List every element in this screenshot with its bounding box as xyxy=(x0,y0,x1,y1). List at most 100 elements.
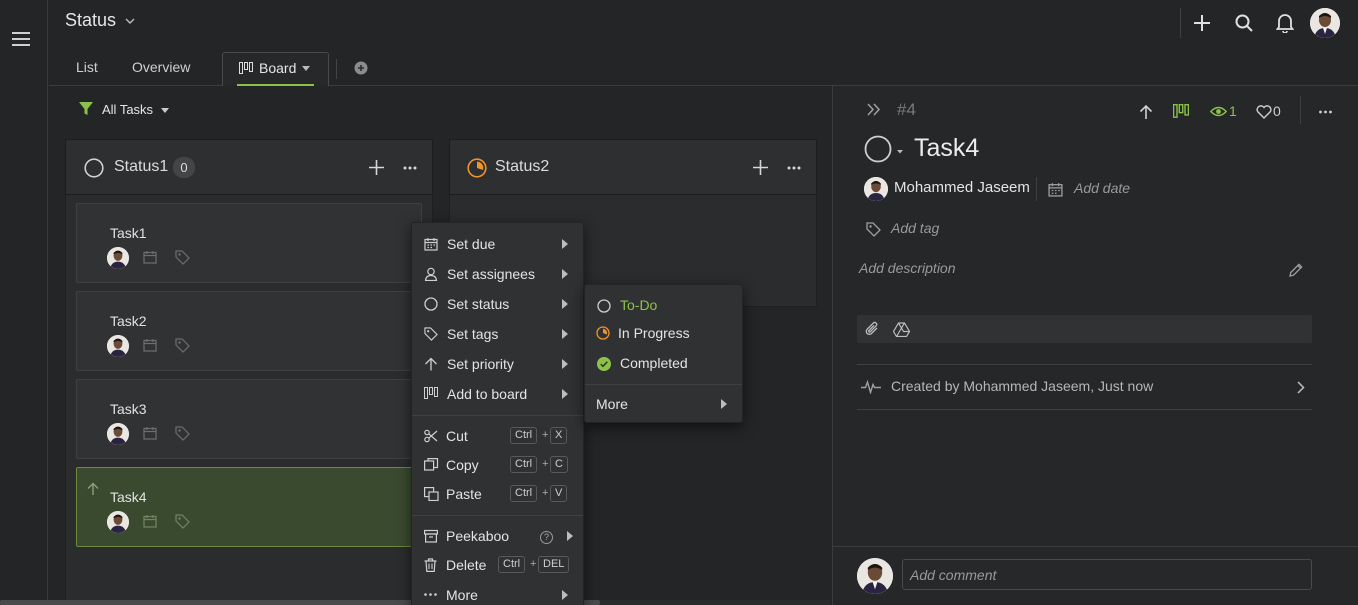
assignee-avatar[interactable] xyxy=(107,335,129,357)
submenu-arrow-icon xyxy=(562,329,568,339)
shortcut-plus: + xyxy=(542,458,549,470)
submenu-item-more[interactable]: More xyxy=(585,390,742,418)
task-title: Task4 xyxy=(110,489,147,505)
collapse-panel-icon[interactable] xyxy=(867,103,881,116)
priority-up-icon[interactable] xyxy=(1139,104,1153,120)
filter-dropdown[interactable]: All Tasks xyxy=(102,102,169,117)
task-card[interactable]: Task1 xyxy=(76,203,422,283)
tag-icon[interactable] xyxy=(175,250,190,265)
tab-board[interactable]: Board xyxy=(222,52,329,86)
plus-icon[interactable] xyxy=(1193,14,1211,32)
search-icon[interactable] xyxy=(1235,14,1253,32)
assignee-avatar[interactable] xyxy=(107,511,129,533)
arrow-up-icon xyxy=(424,357,438,371)
ellipsis-icon xyxy=(424,593,437,596)
eye-icon[interactable] xyxy=(1210,106,1227,117)
help-icon[interactable]: ? xyxy=(540,531,553,544)
calendar-icon[interactable] xyxy=(143,338,157,352)
filter-icon[interactable] xyxy=(79,102,93,116)
status-submenu: To-Do In Progress Completed More xyxy=(584,284,743,423)
tag-icon[interactable] xyxy=(866,222,881,237)
calendar-icon[interactable] xyxy=(143,514,157,528)
status-option-label: In Progress xyxy=(618,325,690,341)
add-view-icon[interactable] xyxy=(354,61,368,75)
add-task-icon[interactable] xyxy=(369,160,384,175)
menu-item-set-priority[interactable]: Set priority xyxy=(412,350,583,378)
task-detail-title[interactable]: Task4 xyxy=(914,134,979,163)
description-field[interactable]: Add description xyxy=(859,260,956,276)
menu-item-set-status[interactable]: Set status xyxy=(412,290,583,318)
pencil-icon[interactable] xyxy=(1288,262,1304,278)
menu-item-set-tags[interactable]: Set tags xyxy=(412,320,583,348)
user-avatar[interactable] xyxy=(1310,8,1340,38)
page-title[interactable]: Status xyxy=(65,10,135,31)
tag-icon[interactable] xyxy=(175,426,190,441)
person-icon xyxy=(424,267,438,281)
submenu-arrow-icon xyxy=(567,531,573,541)
submenu-arrow-icon xyxy=(562,389,568,399)
task-card-selected[interactable]: Task4 xyxy=(76,467,422,547)
task-card[interactable]: Task2 xyxy=(76,291,422,371)
menu-item-peekaboo[interactable]: Peekaboo ? xyxy=(412,522,583,550)
comment-input[interactable]: Add comment xyxy=(902,559,1312,590)
add-date-link[interactable]: Add date xyxy=(1074,180,1130,196)
submenu-item-to-do[interactable]: To-Do xyxy=(585,291,742,319)
menu-item-delete[interactable]: Delete Ctrl + DEL xyxy=(412,551,583,579)
menu-item-cut[interactable]: Cut Ctrl + X xyxy=(412,422,583,450)
paperclip-icon[interactable] xyxy=(865,321,880,337)
tag-icon[interactable] xyxy=(175,514,190,529)
submenu-item-in-progress[interactable]: In Progress xyxy=(585,319,742,347)
tab-overview[interactable]: Overview xyxy=(132,59,190,75)
hamburger-menu-icon[interactable] xyxy=(12,31,30,47)
assignee-avatar[interactable] xyxy=(107,423,129,445)
menu-item-label: More xyxy=(446,587,478,603)
assignee-avatar[interactable] xyxy=(864,177,888,201)
google-drive-icon[interactable] xyxy=(893,322,910,337)
tab-board-label: Board xyxy=(259,60,297,76)
calendar-icon[interactable] xyxy=(1048,182,1063,197)
board-icon[interactable] xyxy=(1173,104,1189,119)
status-in-progress-icon xyxy=(596,326,610,340)
submenu-item-completed[interactable]: Completed xyxy=(585,349,742,377)
shortcut-key: V xyxy=(550,485,568,502)
menu-item-label: Peekaboo xyxy=(446,528,510,544)
add-tag-link[interactable]: Add tag xyxy=(891,220,939,236)
menu-item-label: Cut xyxy=(446,428,468,444)
more-options-icon[interactable] xyxy=(787,166,801,170)
board-icon xyxy=(239,62,253,75)
more-options-icon[interactable] xyxy=(403,166,417,170)
count-badge: 0 xyxy=(173,157,195,178)
chevron-right-icon[interactable] xyxy=(1297,381,1305,394)
status-selector[interactable] xyxy=(864,135,908,163)
menu-item-copy[interactable]: Copy Ctrl + C xyxy=(412,451,583,479)
heart-icon[interactable] xyxy=(1256,105,1272,119)
calendar-icon[interactable] xyxy=(143,250,157,264)
assignee-name[interactable]: Mohammed Jaseem xyxy=(894,179,1030,196)
field-divider xyxy=(1036,177,1037,201)
submenu-arrow-icon xyxy=(562,590,568,600)
calendar-icon[interactable] xyxy=(143,426,157,440)
task-card[interactable]: Task3 xyxy=(76,379,422,459)
menu-item-set-assignees[interactable]: Set assignees xyxy=(412,260,583,288)
tab-list[interactable]: List xyxy=(76,59,98,75)
tag-icon xyxy=(424,327,438,341)
activity-text: Created by Mohammed Jaseem, Just now xyxy=(891,378,1154,394)
menu-separator xyxy=(585,384,742,385)
tag-icon[interactable] xyxy=(175,338,190,353)
menu-item-label: Set priority xyxy=(447,356,514,372)
shortcut-key: X xyxy=(550,427,568,444)
menu-item-more[interactable]: More xyxy=(412,581,583,605)
bell-icon[interactable] xyxy=(1276,13,1294,33)
priority-up-icon xyxy=(87,482,99,496)
menu-separator xyxy=(412,415,583,416)
more-options-icon[interactable] xyxy=(1319,110,1332,114)
tab-divider xyxy=(336,59,337,79)
status-open-icon xyxy=(597,299,611,313)
menu-item-set-due[interactable]: Set due xyxy=(412,230,583,258)
menu-item-paste[interactable]: Paste Ctrl + V xyxy=(412,480,583,508)
add-task-icon[interactable] xyxy=(753,160,768,175)
assignee-avatar[interactable] xyxy=(107,247,129,269)
menu-item-add-to-board[interactable]: Add to board xyxy=(412,380,583,408)
menu-item-label: Set tags xyxy=(447,326,499,342)
check-circle-icon xyxy=(597,357,611,371)
